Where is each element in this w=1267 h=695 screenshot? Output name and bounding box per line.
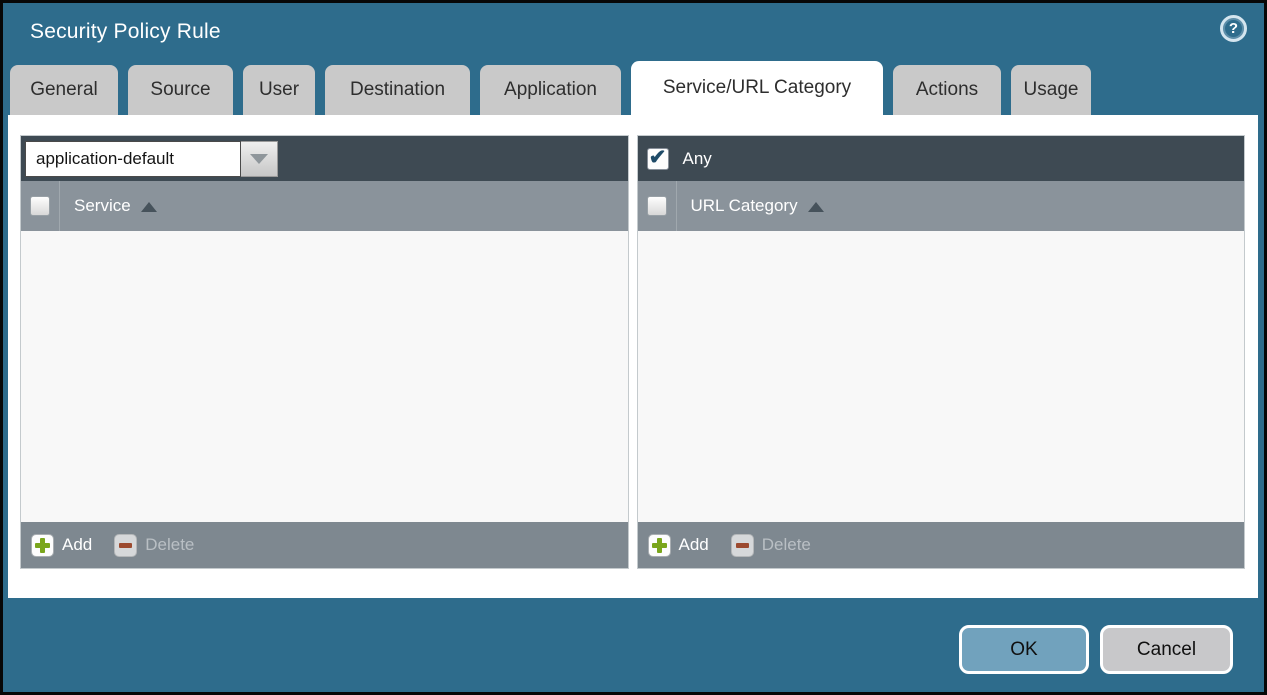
tab-user[interactable]: User (243, 65, 315, 115)
url-any-bar: ✔ Any (638, 136, 1245, 181)
service-select-all-column (21, 181, 60, 231)
dropdown-arrow-icon (250, 154, 268, 164)
check-icon: ✔ (649, 147, 667, 168)
service-toolbar: Add Delete (21, 522, 628, 568)
service-column-header[interactable]: Service (74, 196, 131, 216)
service-panel: application-default Service (20, 135, 629, 569)
url-delete-button[interactable]: Delete (731, 534, 811, 557)
delete-button-label: Delete (762, 535, 811, 555)
tab-label: Destination (350, 79, 445, 101)
tab-label: Application (504, 79, 597, 101)
url-add-button[interactable]: Add (648, 534, 709, 557)
tab-label: Actions (916, 79, 978, 101)
sort-ascending-icon[interactable] (141, 202, 157, 212)
tab-source[interactable]: Source (128, 65, 233, 115)
service-table-body[interactable] (21, 231, 628, 522)
security-policy-rule-dialog: Security Policy Rule ? General Source Us… (0, 0, 1267, 695)
add-button-label: Add (679, 535, 709, 555)
tab-label: General (30, 79, 98, 101)
tab-destination[interactable]: Destination (325, 65, 470, 115)
service-url-panels: application-default Service (20, 135, 1245, 569)
add-icon (31, 534, 54, 557)
tab-general[interactable]: General (10, 65, 118, 115)
tab-label: User (259, 79, 299, 101)
url-table-header: URL Category (638, 181, 1245, 231)
tab-actions[interactable]: Actions (893, 65, 1001, 115)
url-category-panel: ✔ Any URL Category (637, 135, 1246, 569)
help-glyph: ? (1229, 20, 1238, 37)
url-toolbar: Add Delete (638, 522, 1245, 568)
cancel-button[interactable]: Cancel (1100, 625, 1233, 674)
service-type-dropdown[interactable]: application-default (25, 141, 278, 177)
service-table-header: Service (21, 181, 628, 231)
dialog-title: Security Policy Rule (30, 20, 221, 44)
tab-usage[interactable]: Usage (1011, 65, 1091, 115)
url-table-body[interactable] (638, 231, 1245, 522)
delete-button-label: Delete (145, 535, 194, 555)
tab-bar: General Source User Destination Applicat… (10, 65, 1091, 115)
delete-icon (731, 534, 754, 557)
url-select-all-column (638, 181, 677, 231)
tab-content-area: application-default Service (8, 115, 1258, 598)
any-label: Any (683, 149, 712, 169)
service-add-button[interactable]: Add (31, 534, 92, 557)
service-type-dropdown-button[interactable] (241, 141, 278, 177)
service-type-dropdown-value[interactable]: application-default (25, 141, 241, 177)
dialog-action-buttons: OK Cancel (959, 625, 1233, 674)
url-select-all-checkbox[interactable] (647, 196, 667, 216)
any-checkbox[interactable]: ✔ (647, 148, 669, 170)
service-delete-button[interactable]: Delete (114, 534, 194, 557)
help-icon[interactable]: ? (1220, 15, 1247, 42)
service-type-bar: application-default (21, 136, 628, 181)
delete-icon (114, 534, 137, 557)
title-bar: Security Policy Rule ? (3, 3, 1264, 65)
tab-label: Service/URL Category (663, 77, 851, 99)
url-category-column-header[interactable]: URL Category (691, 196, 798, 216)
tab-service-url-category[interactable]: Service/URL Category (631, 61, 883, 115)
add-button-label: Add (62, 535, 92, 555)
service-select-all-checkbox[interactable] (30, 196, 50, 216)
add-icon (648, 534, 671, 557)
tab-label: Source (150, 79, 210, 101)
tab-label: Usage (1024, 79, 1079, 101)
sort-ascending-icon[interactable] (808, 202, 824, 212)
tab-application[interactable]: Application (480, 65, 621, 115)
ok-button[interactable]: OK (959, 625, 1089, 674)
